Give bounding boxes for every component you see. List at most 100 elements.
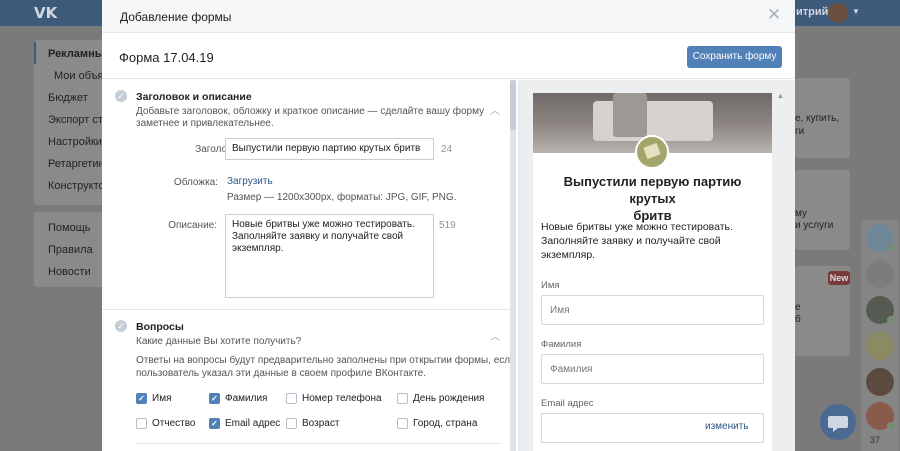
checkbox-age[interactable] xyxy=(286,418,297,429)
title-counter: 24 xyxy=(441,144,453,155)
scroll-up-icon[interactable]: ▲ xyxy=(777,93,784,100)
checkbox-label[interactable]: Имя xyxy=(152,393,171,404)
preview-scrollbar[interactable] xyxy=(777,93,785,451)
checkbox-patronymic[interactable] xyxy=(136,418,147,429)
sidebar-item-retargeting[interactable]: Ретаргетинг xyxy=(48,158,109,170)
preview-description-line: Новые бритвы уже можно тестировать. xyxy=(541,221,733,233)
title-input[interactable]: Выпустили первую партию крутых бритв xyxy=(225,138,434,160)
chat-avatar[interactable] xyxy=(866,224,895,252)
background-snippet: е xyxy=(795,302,801,313)
preview-field-label: Фамилия xyxy=(541,339,582,350)
sidebar-item-rules[interactable]: Правила xyxy=(48,244,93,256)
checkbox-label[interactable]: Фамилия xyxy=(225,393,267,404)
section-title: Заголовок и описание xyxy=(136,91,252,103)
change-email-link[interactable]: изменить xyxy=(705,421,749,432)
top-avatar[interactable] xyxy=(828,3,848,23)
sidebar-nav-secondary: Помощь Правила Новости xyxy=(34,212,104,287)
checkbox-email[interactable]: ✓ xyxy=(209,418,220,429)
background-snippet: му xyxy=(795,208,807,219)
online-indicator xyxy=(887,316,895,324)
section-divider xyxy=(102,309,512,310)
chevron-up-icon[interactable]: ︿ xyxy=(490,328,500,343)
section-subtitle: Какие данные Вы хотите получить? xyxy=(136,336,302,347)
cover-label: Обложка: xyxy=(173,177,218,188)
editor-pane: ✓ Заголовок и описание Добавьте заголово… xyxy=(102,80,518,451)
checkbox-first-name[interactable]: ✓ xyxy=(136,393,147,404)
preview-field-label: Имя xyxy=(541,280,560,291)
nav-active-marker xyxy=(34,42,36,64)
chat-bubble-icon xyxy=(828,416,848,432)
cover-razor-shape xyxy=(613,93,647,137)
preview-title-line: Выпустили первую партию крутых xyxy=(563,174,742,206)
checkbox-phone[interactable] xyxy=(286,393,297,404)
description-label: Описание: xyxy=(168,220,217,231)
background-snippet: и услуги xyxy=(795,220,834,231)
chevron-up-icon[interactable]: ︿ xyxy=(490,102,500,117)
check-circle-icon: ✓ xyxy=(115,90,127,102)
chat-avatar[interactable] xyxy=(866,332,894,360)
preview-description: Новые бритвы уже можно тестировать. Запо… xyxy=(541,220,766,262)
background-card: е, купить, ги xyxy=(795,78,850,158)
background-snippet: е, купить, xyxy=(795,113,840,124)
chat-button[interactable] xyxy=(820,404,856,440)
checkbox-label[interactable]: Возраст xyxy=(302,418,339,429)
section-description: пользователь указал эти данные в своем п… xyxy=(136,368,426,379)
chat-bar: 37 xyxy=(861,220,899,451)
preview-last-name-input[interactable]: Фамилия xyxy=(541,354,764,384)
description-textarea[interactable]: Новые бритвы уже можно тестировать. Запо… xyxy=(225,214,434,298)
upload-cover-link[interactable]: Загрузить xyxy=(227,176,273,187)
sidebar-item-budget[interactable]: Бюджет xyxy=(48,92,88,104)
preview-pane: Выпустили первую партию крутых бритв Нов… xyxy=(519,80,795,451)
checkbox-last-name[interactable]: ✓ xyxy=(209,393,220,404)
checkbox-label[interactable]: День рождения xyxy=(413,393,484,404)
checkbox-label[interactable]: Номер телефона xyxy=(302,393,382,404)
new-badge: New xyxy=(828,271,850,285)
preview-description-line: экземпляр. xyxy=(541,249,596,261)
chat-avatar[interactable] xyxy=(866,296,895,324)
editor-scrollbar[interactable] xyxy=(510,80,516,451)
save-form-button[interactable]: Сохранить форму xyxy=(687,46,782,68)
form-header: Форма 17.04.19 Сохранить форму xyxy=(102,34,795,79)
cover-hint: Размер — 1200x300px, форматы: JPG, GIF, … xyxy=(227,192,457,203)
section-title: Вопросы xyxy=(136,321,184,333)
form-preview: Выпустили первую партию крутых бритв Нов… xyxy=(533,93,772,451)
preview-avatar xyxy=(635,135,669,169)
online-indicator xyxy=(887,244,895,252)
chat-avatar[interactable] xyxy=(866,402,895,430)
chevron-down-icon[interactable]: ▼ xyxy=(852,7,860,16)
background-snippet: б xyxy=(795,314,801,325)
chat-count: 37 xyxy=(870,435,881,445)
chat-avatar[interactable] xyxy=(866,260,894,288)
description-line: Заполняйте заявку и получайте свой xyxy=(232,231,404,242)
section-description: Ответы на вопросы будут предварительно з… xyxy=(136,355,516,366)
editor-scrollbar-thumb[interactable] xyxy=(510,80,516,130)
preview-description-line: Заполняйте заявку и получайте свой xyxy=(541,235,721,247)
check-circle-icon: ✓ xyxy=(115,320,127,332)
sidebar-item-news[interactable]: Новости xyxy=(48,266,91,278)
sidebar-nav: Рекламные к Мои объявл Бюджет Экспорт ст… xyxy=(34,40,119,205)
checkbox-label[interactable]: Город, страна xyxy=(413,418,477,429)
sidebar-item-settings[interactable]: Настройки xyxy=(48,136,102,148)
top-user-name[interactable]: итрий xyxy=(796,6,828,18)
checkbox-city[interactable] xyxy=(397,418,408,429)
preview-title: Выпустили первую партию крутых бритв xyxy=(543,173,762,224)
checkbox-birthday[interactable] xyxy=(397,393,408,404)
vk-logo-icon[interactable]: VK xyxy=(34,4,57,22)
chat-avatar[interactable] xyxy=(866,368,894,396)
close-icon[interactable]: ✕ xyxy=(767,6,781,24)
sidebar-item-help[interactable]: Помощь xyxy=(48,222,91,234)
online-indicator xyxy=(887,422,895,430)
section-divider xyxy=(136,443,500,444)
checkbox-label[interactable]: Email адрес xyxy=(225,418,280,429)
description-line: Новые бритвы уже можно тестировать. xyxy=(232,219,415,230)
modal-header: Добавление формы ✕ xyxy=(102,0,795,33)
avatar-razor-shape xyxy=(643,142,661,160)
modal-title: Добавление формы xyxy=(120,10,232,24)
background-snippet: ги xyxy=(795,126,805,137)
checkbox-label[interactable]: Отчество xyxy=(152,418,195,429)
preview-first-name-input[interactable]: Имя xyxy=(541,295,764,325)
description-line: экземпляр. xyxy=(232,243,284,254)
add-form-modal: Добавление формы ✕ Форма 17.04.19 Сохран… xyxy=(102,0,795,451)
section-description: заметнее и привлекательнее. xyxy=(136,118,274,129)
description-counter: 519 xyxy=(439,220,456,231)
